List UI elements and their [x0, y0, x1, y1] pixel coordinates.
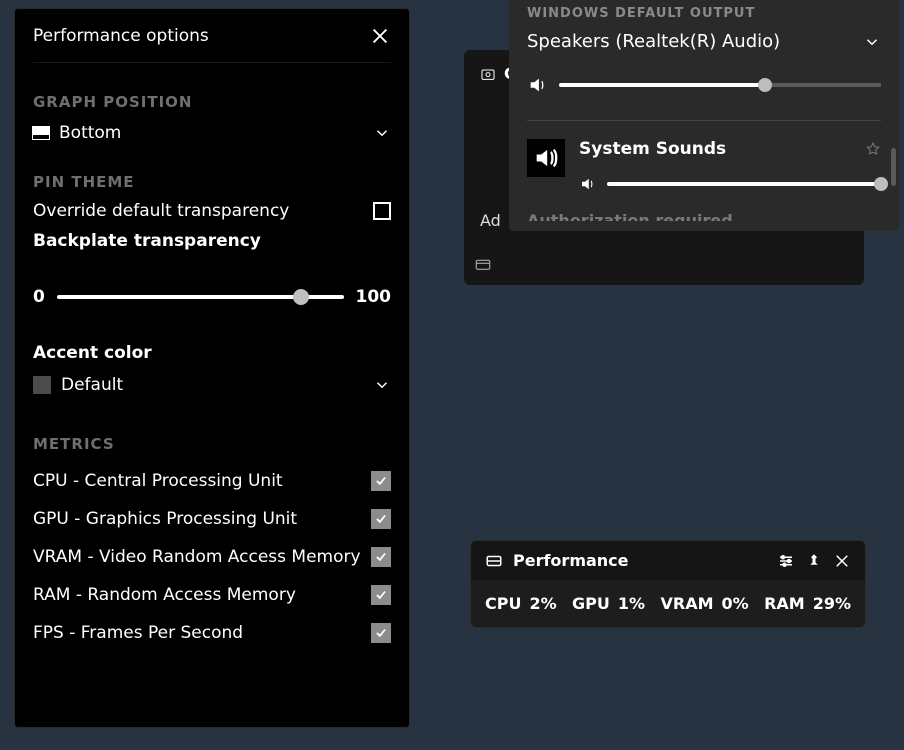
perf-stat: CPU 2% — [485, 594, 557, 613]
audio-device-dropdown[interactable]: Speakers (Realtek(R) Audio) — [527, 31, 881, 52]
slider-thumb[interactable] — [293, 289, 309, 305]
chevron-down-icon — [373, 124, 391, 142]
metrics-label: METRICS — [33, 435, 391, 453]
master-volume-slider[interactable] — [559, 83, 881, 87]
accent-swatch-icon — [33, 376, 51, 394]
scrollbar-thumb[interactable] — [891, 148, 896, 186]
accent-color-value: Default — [61, 375, 123, 395]
accent-color-label: Accent color — [33, 343, 391, 363]
performance-options-panel: Performance options GRAPH POSITION Botto… — [14, 8, 410, 728]
background-widget-tab-icon[interactable] — [474, 255, 492, 277]
graph-position-label: GRAPH POSITION — [33, 93, 391, 111]
metric-row[interactable]: FPS - Frames Per Second — [33, 623, 391, 643]
perf-stat-value: 2% — [529, 594, 556, 613]
metric-checkbox[interactable] — [371, 471, 391, 491]
app-volume-slider[interactable] — [607, 182, 881, 186]
authorization-required-text: Authorization required — [527, 211, 881, 221]
perf-stat: GPU 1% — [572, 594, 645, 613]
metric-row[interactable]: RAM - Random Access Memory — [33, 585, 391, 605]
pin-theme-label: PIN THEME — [33, 173, 391, 191]
metric-checkbox[interactable] — [371, 509, 391, 529]
chevron-down-icon — [863, 33, 881, 51]
performance-widget: Performance CPU 2% GPU 1% VRAM 0% RAM 29% — [470, 540, 866, 628]
metric-label: RAM - Random Access Memory — [33, 585, 296, 605]
divider — [527, 120, 881, 121]
metric-label: FPS - Frames Per Second — [33, 623, 243, 643]
perf-stat-value: 1% — [618, 594, 645, 613]
graph-position-value: Bottom — [59, 123, 121, 143]
chevron-down-icon — [373, 376, 391, 394]
accent-color-dropdown[interactable]: Default — [33, 375, 391, 395]
graph-position-dropdown[interactable]: Bottom — [33, 123, 391, 143]
speaker-icon — [527, 74, 549, 96]
metric-checkbox[interactable] — [371, 623, 391, 643]
position-bottom-icon — [33, 127, 49, 139]
close-icon[interactable] — [369, 25, 391, 47]
audio-output-header: WINDOWS DEFAULT OUTPUT — [527, 0, 881, 21]
close-icon[interactable] — [833, 552, 851, 570]
perf-stat-label: CPU — [485, 594, 521, 613]
perf-stat: RAM 29% — [764, 594, 851, 613]
perf-stat-label: VRAM — [660, 594, 713, 613]
camera-icon — [480, 66, 496, 82]
metric-row[interactable]: CPU - Central Processing Unit — [33, 471, 391, 491]
perf-stat-label: RAM — [764, 594, 805, 613]
override-transparency-row[interactable]: Override default transparency — [33, 201, 391, 221]
metric-row[interactable]: GPU - Graphics Processing Unit — [33, 509, 391, 529]
performance-widget-title: Performance — [513, 551, 629, 570]
perf-stat-value: 0% — [722, 594, 749, 613]
star-icon[interactable] — [865, 141, 881, 157]
volume-thumb[interactable] — [758, 78, 772, 92]
panel-title: Performance options — [33, 26, 209, 46]
pin-icon[interactable] — [805, 552, 823, 570]
perf-stat: VRAM 0% — [660, 594, 748, 613]
slider-max: 100 — [356, 287, 392, 307]
backplate-transparency-slider[interactable] — [57, 295, 344, 299]
slider-min: 0 — [33, 287, 45, 307]
metric-checkbox[interactable] — [371, 547, 391, 567]
metric-row[interactable]: VRAM - Video Random Access Memory — [33, 547, 391, 567]
perf-stat-value: 29% — [813, 594, 851, 613]
speaker-icon — [579, 175, 597, 193]
app-volume-row: System Sounds — [527, 139, 881, 193]
backplate-transparency-label: Backplate transparency — [33, 231, 391, 251]
metric-checkbox[interactable] — [371, 585, 391, 605]
metric-label: VRAM - Video Random Access Memory — [33, 547, 361, 567]
override-transparency-checkbox[interactable] — [373, 202, 391, 220]
app-volume-name: System Sounds — [579, 139, 726, 159]
system-sounds-icon — [527, 139, 565, 177]
volume-thumb[interactable] — [874, 177, 888, 191]
perf-stat-label: GPU — [572, 594, 610, 613]
override-transparency-label: Override default transparency — [33, 201, 289, 221]
metric-label: GPU - Graphics Processing Unit — [33, 509, 297, 529]
audio-device-name: Speakers (Realtek(R) Audio) — [527, 31, 780, 52]
performance-icon — [485, 552, 503, 570]
settings-sliders-icon[interactable] — [777, 552, 795, 570]
audio-mixer-panel: WINDOWS DEFAULT OUTPUT Speakers (Realtek… — [509, 0, 899, 231]
metric-label: CPU - Central Processing Unit — [33, 471, 283, 491]
